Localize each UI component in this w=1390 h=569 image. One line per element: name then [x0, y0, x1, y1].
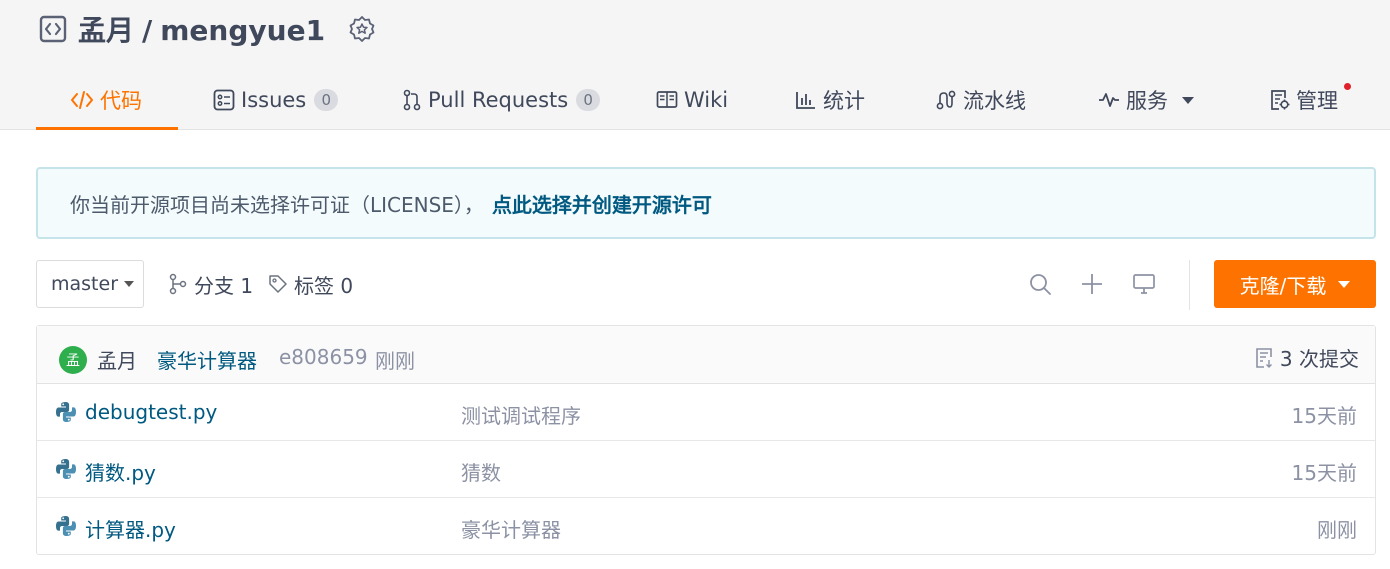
- table-row: 计算器.py 豪华计算器 刚刚: [37, 498, 1375, 555]
- book-icon: [656, 90, 678, 110]
- branch-select-value: master: [51, 273, 119, 295]
- pulse-icon: [1098, 91, 1120, 109]
- branch-icon: [168, 273, 188, 295]
- award-icon[interactable]: [347, 14, 377, 44]
- file-commit-message[interactable]: 豪华计算器: [461, 514, 561, 543]
- commit-time: 刚刚: [375, 349, 415, 373]
- issues-icon: [213, 89, 235, 111]
- file-name-link[interactable]: 猜数.py: [85, 457, 156, 486]
- create-license-link[interactable]: 点此选择并创建开源许可: [492, 189, 712, 218]
- pipeline-icon: [935, 89, 957, 111]
- python-icon: [55, 515, 77, 537]
- bar-chart-icon: [795, 90, 817, 110]
- commits-icon: [1254, 347, 1274, 369]
- file-commit-message[interactable]: 测试调试程序: [461, 400, 581, 429]
- tags-link[interactable]: 标签 0: [268, 268, 353, 300]
- tab-manage[interactable]: 管理: [1270, 70, 1338, 130]
- python-icon: [55, 401, 77, 423]
- clone-download-button[interactable]: 克隆/下载: [1214, 260, 1376, 308]
- manage-icon: [1270, 89, 1290, 111]
- commits-count: 3 次提交: [1279, 347, 1359, 371]
- chevron-down-icon: [124, 281, 135, 287]
- pull-request-icon: [402, 89, 422, 111]
- tab-services-label: 服务: [1126, 89, 1168, 113]
- search-icon[interactable]: [1026, 270, 1054, 298]
- toolbar-divider: [1189, 260, 1190, 310]
- commit-message[interactable]: 豪华计算器: [157, 345, 257, 374]
- table-row: debugtest.py 测试调试程序 15天前: [37, 384, 1375, 441]
- tab-services[interactable]: 服务: [1098, 70, 1194, 130]
- file-commit-time: 刚刚: [1317, 518, 1357, 542]
- tab-manage-label: 管理: [1296, 89, 1338, 113]
- file-name-link[interactable]: 计算器.py: [85, 514, 176, 543]
- tab-stats-label: 统计: [823, 89, 865, 113]
- tab-pull-requests-label: Pull Requests: [428, 88, 569, 112]
- issues-count-badge: 0: [314, 89, 339, 111]
- license-banner: 你当前开源项目尚未选择许可证（LICENSE）， 点此选择并创建开源许可: [36, 167, 1376, 239]
- repo-nav: 代码 Issues 0 Pull Requests 0 Wiki 统计 流水线 …: [0, 70, 1390, 130]
- repo-separator: /: [142, 14, 153, 47]
- branch-select[interactable]: master: [36, 260, 144, 308]
- tab-stats[interactable]: 统计: [795, 70, 865, 130]
- add-file-icon[interactable]: [1078, 270, 1106, 298]
- tab-pipeline[interactable]: 流水线: [935, 70, 1026, 130]
- file-table: 孟 孟月 豪华计算器 e808659 刚刚 3 次提交 debugtest.py…: [36, 325, 1376, 555]
- repo-header: 孟月 / mengyue1 代码 Issues 0 Pull Requests …: [0, 0, 1390, 130]
- web-ide-icon[interactable]: [1130, 270, 1158, 298]
- file-commit-time: 15天前: [1291, 461, 1357, 485]
- tab-issues[interactable]: Issues 0: [213, 70, 339, 130]
- active-tab-indicator: [36, 127, 178, 130]
- branches-link[interactable]: 分支 1: [168, 268, 253, 300]
- tab-code[interactable]: 代码: [70, 70, 142, 130]
- license-message: 你当前开源项目尚未选择许可证（LICENSE），: [70, 192, 484, 217]
- commit-author[interactable]: 孟月: [97, 345, 137, 374]
- clone-download-label: 克隆/下载: [1239, 273, 1327, 298]
- commit-hash[interactable]: e808659: [279, 345, 368, 369]
- tab-code-label: 代码: [100, 89, 142, 113]
- pull-requests-count-badge: 0: [576, 89, 601, 111]
- commits-link[interactable]: 3 次提交: [1254, 343, 1359, 372]
- repo-code-icon: [38, 14, 68, 44]
- tab-pull-requests[interactable]: Pull Requests 0: [402, 70, 601, 130]
- table-row: 猜数.py 猜数 15天前: [37, 441, 1375, 498]
- branches-label: 分支 1: [194, 273, 254, 298]
- tab-pipeline-label: 流水线: [963, 89, 1026, 113]
- avatar[interactable]: 孟: [59, 346, 87, 374]
- notification-dot: [1344, 83, 1351, 90]
- repo-name: 孟月 / mengyue1: [78, 9, 325, 49]
- tab-wiki[interactable]: Wiki: [656, 70, 728, 130]
- file-commit-message[interactable]: 猜数: [461, 457, 501, 486]
- repo-owner-link[interactable]: 孟月: [78, 14, 134, 47]
- repo-name-link[interactable]: mengyue1: [160, 14, 325, 47]
- file-commit-time: 15天前: [1291, 404, 1357, 428]
- chevron-down-icon: [1182, 96, 1194, 104]
- tags-label: 标签 0: [294, 273, 354, 298]
- chevron-down-icon: [1338, 280, 1351, 288]
- tag-icon: [268, 274, 288, 294]
- latest-commit-row: 孟 孟月 豪华计算器 e808659 刚刚 3 次提交: [37, 326, 1375, 384]
- tab-issues-label: Issues: [241, 88, 307, 112]
- tab-wiki-label: Wiki: [684, 88, 729, 112]
- repo-title: 孟月 / mengyue1: [38, 10, 377, 48]
- code-icon: [70, 89, 94, 111]
- file-name-link[interactable]: debugtest.py: [85, 400, 217, 424]
- python-icon: [55, 458, 77, 480]
